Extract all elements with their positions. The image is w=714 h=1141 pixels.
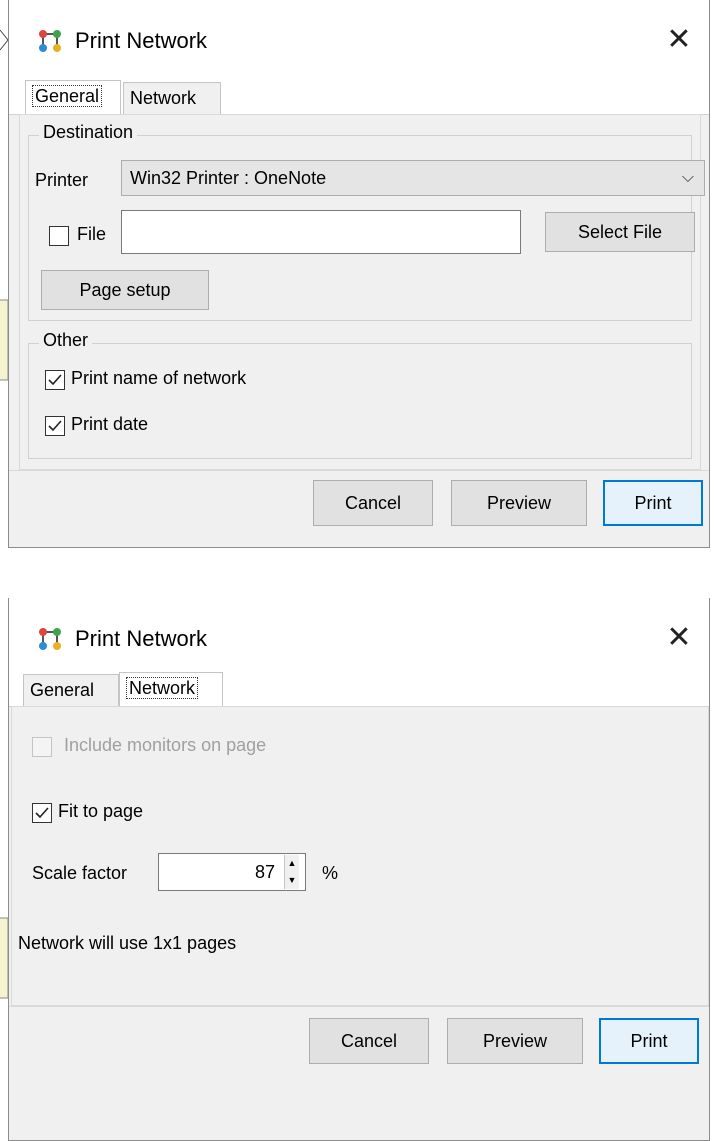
print-name-label: Print name of network xyxy=(71,368,247,388)
printer-label: Printer xyxy=(35,170,89,190)
tab-label: General xyxy=(32,85,103,107)
printer-select[interactable]: Win32 Printer : OneNote ⌵ xyxy=(121,160,705,196)
title-bar: Print Network ✕ xyxy=(9,598,709,678)
chevron-down-icon: ⌵ xyxy=(681,169,694,186)
destination-legend: Destination xyxy=(39,122,138,143)
tab-label: Network xyxy=(130,88,197,108)
tab-network[interactable]: Network xyxy=(119,672,223,706)
close-button[interactable]: ✕ xyxy=(659,618,699,658)
network-app-icon xyxy=(39,30,61,52)
tab-strip: General Network xyxy=(9,80,709,115)
file-checkbox[interactable] xyxy=(49,226,69,246)
print-date-label: Print date xyxy=(71,414,149,434)
tab-panel-network: Include monitors on page Fit to page Sca… xyxy=(11,706,709,1006)
dialog-title: Print Network xyxy=(75,28,208,53)
fit-to-page-label: Fit to page xyxy=(58,801,144,821)
dialog-title: Print Network xyxy=(75,626,208,651)
divider xyxy=(9,1006,709,1007)
printer-value: Win32 Printer : OneNote xyxy=(130,168,327,188)
other-legend: Other xyxy=(39,330,93,351)
include-monitors-label: Include monitors on page xyxy=(64,735,267,755)
tab-general[interactable]: General xyxy=(23,674,119,706)
checkmark-icon xyxy=(48,420,62,432)
tab-panel-general: Destination Printer Win32 Printer : OneN… xyxy=(19,114,705,470)
scale-unit: % xyxy=(322,863,339,883)
print-date-checkbox[interactable] xyxy=(45,416,65,436)
cancel-button[interactable]: Cancel xyxy=(309,1018,429,1064)
spin-down-arrow-icon[interactable]: ▼ xyxy=(285,872,299,889)
file-path-input[interactable] xyxy=(121,210,521,254)
checkmark-icon xyxy=(48,374,62,386)
checkmark-icon xyxy=(35,807,49,819)
cancel-button[interactable]: Cancel xyxy=(313,480,433,526)
tab-network[interactable]: Network xyxy=(123,82,221,114)
print-button[interactable]: Print xyxy=(603,480,703,526)
fit-to-page-checkbox[interactable] xyxy=(32,803,52,823)
tab-strip: General Network xyxy=(9,672,709,707)
network-app-icon xyxy=(39,628,61,650)
select-file-button[interactable]: Select File xyxy=(545,212,695,252)
other-group: Other Print name of network Print date xyxy=(28,330,692,459)
tab-label: Network xyxy=(126,677,199,699)
destination-group: Destination Printer Win32 Printer : OneN… xyxy=(28,122,705,321)
spinner-buttons: ▲ ▼ xyxy=(284,855,299,889)
tab-general[interactable]: General xyxy=(25,80,121,114)
close-icon: ✕ xyxy=(666,621,692,654)
divider xyxy=(9,470,709,471)
preview-button[interactable]: Preview xyxy=(451,480,587,526)
close-button[interactable]: ✕ xyxy=(659,20,699,60)
print-network-dialog-general: Print Network ✕ General Network Destinat… xyxy=(8,0,710,548)
file-label: File xyxy=(77,224,107,244)
include-monitors-checkbox[interactable] xyxy=(32,737,52,757)
scale-factor-spinner[interactable]: 87 ▲ ▼ xyxy=(158,853,306,891)
spin-up-arrow-icon[interactable]: ▲ xyxy=(285,855,299,872)
pages-info-text: Network will use 1x1 pages xyxy=(18,933,237,953)
print-network-dialog-network: Print Network ✕ General Network Include … xyxy=(8,598,710,1141)
scale-factor-label: Scale factor xyxy=(32,863,128,883)
page-setup-button[interactable]: Page setup xyxy=(41,270,209,310)
tab-label: General xyxy=(30,680,95,700)
preview-button[interactable]: Preview xyxy=(447,1018,583,1064)
close-icon: ✕ xyxy=(666,23,692,56)
print-button[interactable]: Print xyxy=(599,1018,699,1064)
title-bar: Print Network ✕ xyxy=(9,0,709,80)
scale-factor-value: 87 xyxy=(254,862,275,882)
print-name-checkbox[interactable] xyxy=(45,370,65,390)
